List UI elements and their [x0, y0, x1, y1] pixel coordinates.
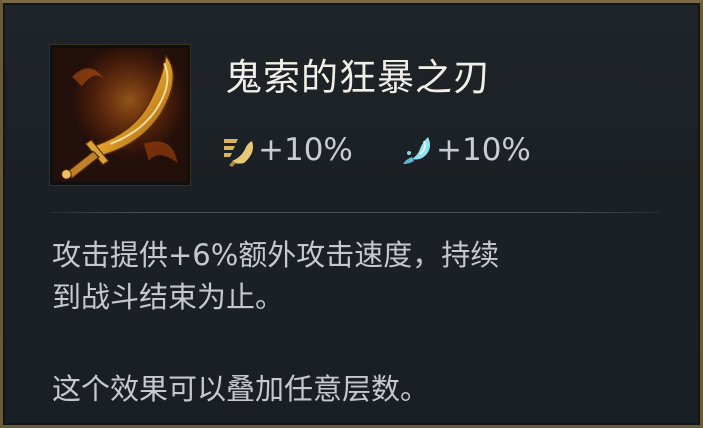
- description-line-2: 到战斗结束为止。: [52, 280, 285, 314]
- ability-power-value: +10%: [436, 132, 531, 168]
- description-line-3: 这个效果可以叠加任意层数。: [52, 372, 430, 406]
- stat-ability-power: +10%: [400, 130, 531, 170]
- ability-power-icon: [400, 133, 434, 167]
- guinsoo-rageblade-icon: [49, 44, 191, 186]
- attack-damage-icon: [222, 133, 256, 167]
- divider: [50, 212, 660, 213]
- item-tooltip: 鬼索的狂暴之刃 +10% +10% 攻击提供+6%额外攻击速度，持续 到战斗结束: [0, 0, 703, 428]
- description-line-1: 攻击提供+6%额外攻击速度，持续: [52, 238, 500, 272]
- stat-attack-damage: +10%: [222, 130, 353, 170]
- item-name: 鬼索的狂暴之刃: [225, 56, 491, 99]
- attack-damage-value: +10%: [258, 132, 353, 168]
